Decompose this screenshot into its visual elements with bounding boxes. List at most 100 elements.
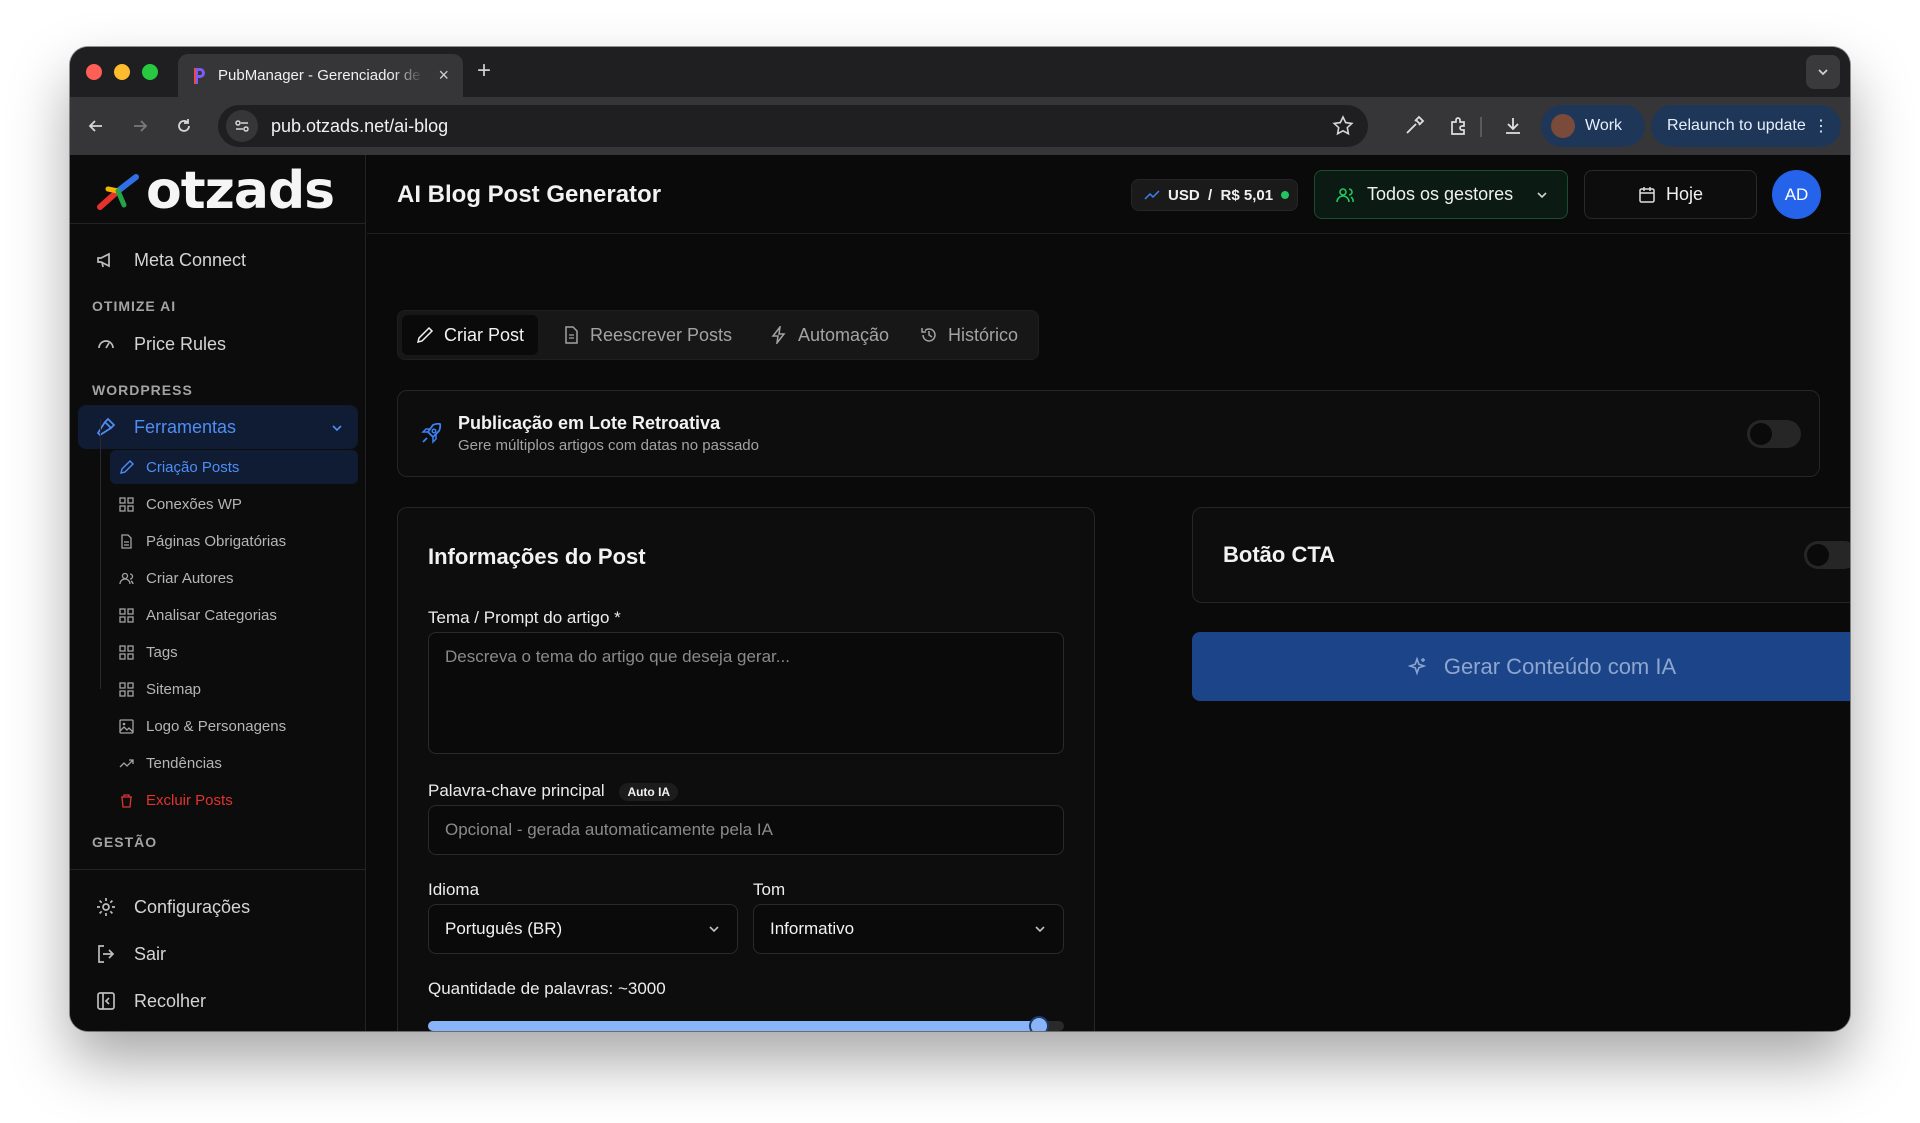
profile-button[interactable]: Work [1541, 105, 1645, 147]
sidebar-item-ferramentas[interactable]: Ferramentas [78, 405, 358, 449]
page-title: AI Blog Post Generator [397, 181, 662, 208]
close-window-button[interactable] [86, 64, 102, 80]
panel-collapse-icon [94, 989, 118, 1013]
file-text-icon [565, 326, 578, 344]
batch-publish-card: Publicação em Lote Retroativa Gere múlti… [397, 390, 1820, 477]
browser-window: PubManager - Gerenciador de Publicações … [70, 47, 1850, 1031]
new-tab-button[interactable]: + [477, 59, 491, 83]
tab-automacao[interactable]: Automação [756, 315, 903, 355]
gear-icon [94, 895, 118, 919]
sidebar-item-recolher[interactable]: Recolher [78, 981, 358, 1021]
arrow-right-icon [134, 120, 148, 132]
address-bar[interactable]: pub.otzads.net/ai-blog [218, 105, 1368, 147]
tab-title: PubManager - Gerenciador de Publicações [218, 67, 423, 84]
users-icon [1336, 187, 1354, 202]
date-picker-button[interactable]: Hoje [1584, 170, 1757, 219]
sidebar-subitem-paginas-obrigatorias[interactable]: Páginas Obrigatórias [110, 524, 358, 558]
bookmark-star-icon[interactable] [1332, 115, 1354, 142]
chevron-down-icon [1035, 926, 1045, 933]
megaphone-icon [94, 248, 118, 272]
sidebar-subitem-tendencias[interactable]: Tendências [110, 746, 358, 780]
tone-value: Informativo [770, 919, 855, 938]
managers-filter-button[interactable]: Todos os gestores [1314, 170, 1568, 219]
language-label: Idioma [428, 880, 480, 899]
sidebar-subitem-label: Analisar Categorias [146, 606, 277, 624]
sidebar-subitem-logo-personagens[interactable]: Logo & Personagens [110, 709, 358, 743]
chevron-down-icon [330, 415, 344, 440]
lightning-icon [771, 326, 786, 344]
cta-toggle[interactable] [1804, 541, 1850, 569]
cta-card: Botão CTA [1192, 507, 1850, 603]
topic-label: Tema / Prompt do artigo * [428, 608, 621, 627]
pencil-icon [118, 459, 134, 475]
sidebar-subitem-conexoes-wp[interactable]: Conexões WP [110, 487, 358, 521]
tab-criar-post[interactable]: Criar Post [402, 315, 539, 355]
section-label-gestao: GESTÃO [92, 834, 158, 850]
slider-thumb[interactable] [1028, 1016, 1049, 1031]
profile-label: Work [1585, 117, 1623, 134]
sidebar-subitem-criar-autores[interactable]: Criar Autores [110, 561, 358, 595]
sidebar-subitem-label: Criar Autores [146, 569, 234, 587]
sidebar-subitem-criacao-posts[interactable]: Criação Posts [110, 450, 358, 484]
browser-toolbar: pub.otzads.net/ai-blog Work Relaunch to … [70, 97, 1850, 155]
word-count-label: Quantidade de palavras: ~3000 [428, 979, 666, 998]
eyedropper-extension-icon[interactable] [1402, 114, 1426, 138]
reload-button[interactable] [172, 114, 196, 138]
exchange-rate-text: USD / R$ 5,01 [1168, 186, 1274, 204]
tab-historico[interactable]: Histórico [906, 315, 1032, 355]
date-picker-label: Hoje [1665, 184, 1704, 204]
sidebar-item-meta-connect[interactable]: Meta Connect [78, 240, 358, 280]
kebab-menu-icon[interactable]: ⋮ [1813, 116, 1829, 136]
sidebar: otzads Meta Connect OTIMIZE AI Price Rul… [70, 155, 366, 1031]
minimize-window-button[interactable] [114, 64, 130, 80]
slider-fill [428, 1021, 1039, 1031]
grid-icon [118, 681, 134, 697]
back-button[interactable] [84, 114, 108, 138]
tab-search-button[interactable] [1806, 55, 1840, 89]
browser-tab[interactable]: PubManager - Gerenciador de Publicações … [178, 54, 463, 97]
tone-select[interactable]: Informativo [753, 904, 1064, 954]
sidebar-subitem-analisar-categorias[interactable]: Analisar Categorias [110, 598, 358, 632]
sidebar-subitem-tags[interactable]: Tags [110, 635, 358, 669]
sidebar-item-configuracoes[interactable]: Configurações [78, 887, 358, 927]
generate-content-button[interactable]: Gerar Conteúdo com IA [1192, 632, 1850, 701]
sparkles-icon [1407, 656, 1427, 675]
tab-close-icon[interactable]: × [438, 66, 449, 84]
word-count-slider[interactable] [428, 1021, 1064, 1031]
downloads-icon[interactable] [1501, 114, 1525, 138]
otzads-logo[interactable]: otzads [96, 161, 336, 221]
site-info-icon[interactable] [226, 110, 258, 142]
forward-button[interactable] [128, 114, 152, 138]
main-content: AI Blog Post Generator USD / R$ 5,01 Tod… [367, 155, 1850, 1031]
history-icon [921, 328, 936, 342]
sidebar-item-label: Price Rules [134, 333, 227, 354]
calendar-icon [1639, 186, 1655, 203]
keyword-input[interactable] [428, 805, 1064, 855]
sidebar-item-sair[interactable]: Sair [78, 934, 358, 974]
post-info-title: Informações do Post [428, 544, 646, 569]
sidebar-subitem-sitemap[interactable]: Sitemap [110, 672, 358, 706]
tab-reescrever-posts[interactable]: Reescrever Posts [548, 315, 746, 355]
language-select[interactable]: Português (BR) [428, 904, 738, 954]
user-avatar[interactable]: AD [1772, 170, 1821, 219]
sidebar-item-label: Configurações [134, 896, 251, 917]
hammer-icon [94, 415, 118, 439]
trash-icon [118, 792, 134, 808]
batch-title: Publicação em Lote Retroativa [458, 413, 721, 433]
chevron-down-icon [1537, 192, 1547, 199]
sidebar-item-price-rules[interactable]: Price Rules [78, 324, 358, 364]
relaunch-button[interactable]: Relaunch to update ⋮ [1651, 105, 1841, 147]
exchange-rate-badge: USD / R$ 5,01 [1131, 179, 1298, 211]
sidebar-subitem-excluir-posts[interactable]: Excluir Posts [110, 783, 358, 817]
grid-icon [118, 607, 134, 623]
sidebar-item-label: Sair [134, 943, 167, 964]
maximize-window-button[interactable] [142, 64, 158, 80]
sidebar-subitem-label: Tendências [146, 754, 222, 772]
sidebar-item-label: Recolher [134, 990, 207, 1011]
topic-textarea[interactable] [428, 632, 1064, 754]
sidebar-subitem-label: Logo & Personagens [146, 717, 287, 735]
batch-toggle[interactable] [1747, 420, 1801, 448]
grid-icon [118, 644, 134, 660]
section-label-otimize: OTIMIZE AI [92, 298, 177, 314]
extensions-puzzle-icon[interactable] [1447, 114, 1471, 138]
